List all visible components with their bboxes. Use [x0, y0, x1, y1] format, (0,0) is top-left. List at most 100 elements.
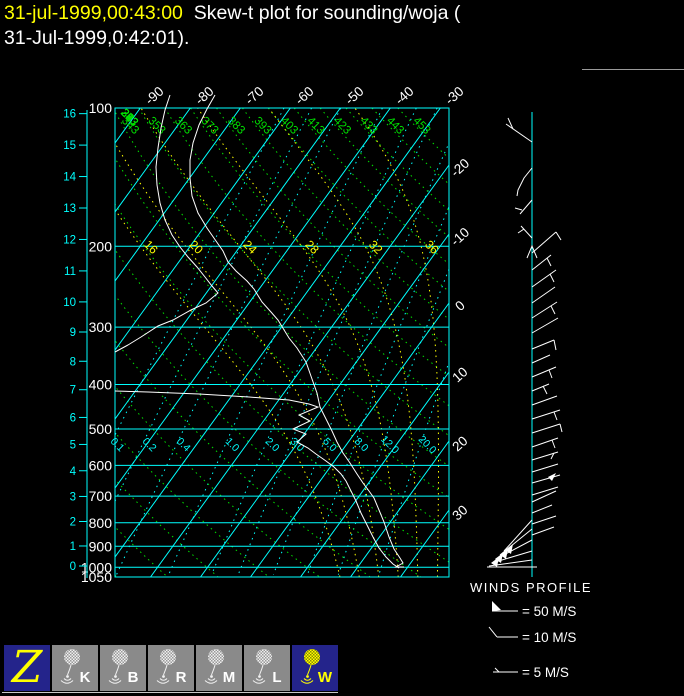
winds-profile-label: WINDS PROFILE — [470, 580, 593, 595]
mixing-ratio-label: 12.0 — [378, 433, 401, 456]
svg-text:300: 300 — [89, 319, 113, 335]
toolbar-button-letter: R — [176, 669, 187, 686]
dry-adiabat-label: 453 — [410, 115, 432, 137]
svg-text:800: 800 — [89, 515, 113, 531]
moist-adiabat-label: 36 — [422, 237, 442, 257]
mixing-ratio-label: 0.1 — [108, 435, 127, 454]
height-tick-label: 14 — [63, 172, 76, 184]
toolbar-button-k[interactable]: K — [52, 645, 98, 691]
mixing-ratio-label: 0.2 — [140, 435, 159, 454]
svg-text:200: 200 — [89, 238, 113, 254]
dry-adiabat-label: 413 — [304, 115, 326, 137]
height-tick-label: 13 — [63, 203, 76, 215]
toolbar-button-letter: M — [223, 669, 236, 686]
isotherm-top-label: -60 — [292, 84, 317, 108]
svg-text:500: 500 — [89, 421, 113, 437]
height-tick-label: 2 — [70, 516, 76, 528]
mixing-ratio-label: 2.0 — [263, 435, 282, 454]
height-tick-label: 5 — [70, 439, 76, 451]
svg-text:700: 700 — [89, 488, 113, 504]
dewpoint-trace-lower — [114, 390, 400, 569]
height-tick-label: 4 — [70, 466, 77, 478]
toolbar-button-z[interactable]: Z — [4, 642, 50, 693]
wind-legend-label: = 5 M/S — [522, 665, 569, 680]
dry-adiabat-label: 433 — [357, 115, 379, 137]
toolbar-button-letter: W — [318, 669, 333, 686]
height-tick-label: 11 — [64, 266, 76, 278]
pressure-gridlines — [115, 107, 449, 578]
isotherm-top-label: -70 — [242, 84, 267, 108]
toolbar-button-w[interactable]: W — [292, 645, 338, 691]
toolbar-button-b[interactable]: B — [100, 645, 146, 691]
mixing-ratio-label: 1.0 — [223, 435, 242, 454]
dry-adiabat-label: 383 — [225, 115, 247, 137]
balloon-icon: K — [60, 649, 91, 686]
isotherm-top-label: -40 — [392, 84, 417, 108]
isotherms — [115, 108, 449, 577]
dry-adiabats — [115, 108, 449, 577]
mixing-ratio-label: 3.0 — [288, 435, 307, 454]
height-tick-label: 16 — [63, 109, 76, 121]
balloon-icon: R — [156, 649, 187, 686]
isotherm-right-label: 20 — [449, 433, 470, 454]
svg-text:400: 400 — [89, 377, 113, 393]
isotherm-right-label: 10 — [449, 364, 470, 385]
wind-legend-label: = 10 M/S — [522, 630, 576, 645]
isotherm-right-label: -20 — [448, 156, 473, 180]
dry-adiabat-label: 353 — [145, 115, 167, 137]
height-tick-label: 0 — [70, 561, 76, 573]
moist-adiabat-label: 28 — [302, 237, 322, 257]
pressure-labels: 10020030040050060070080090010001050 — [81, 100, 112, 585]
height-tick-label: 7 — [70, 385, 76, 397]
isotherm-top-label: -50 — [342, 84, 367, 108]
wind-legend-label: = 50 M/S — [522, 604, 576, 619]
height-tick-label: 1 — [70, 541, 76, 553]
dry-adiabat-label: 373 — [198, 115, 220, 137]
svg-text:1050: 1050 — [81, 569, 112, 585]
balloon-icon: W — [300, 649, 333, 686]
height-tick-label: 15 — [63, 140, 76, 152]
svg-text:100: 100 — [89, 100, 113, 116]
half-barb-icon — [494, 667, 500, 673]
toolbar-button-m[interactable]: M — [196, 645, 242, 691]
isotherm-top-label: -80 — [192, 84, 217, 108]
height-tick-label: 3 — [70, 491, 76, 503]
dry-adiabat-label: 363 — [172, 115, 194, 137]
balloon-icon: L — [252, 649, 282, 686]
full-barb-icon — [488, 626, 498, 638]
dry-adiabat-label: 443 — [384, 115, 406, 137]
moist-adiabat-label: 24 — [240, 237, 260, 257]
toolbar-button-letter: B — [128, 669, 139, 686]
toolbar-button-r[interactable]: R — [148, 645, 194, 691]
toolbar-button-l[interactable]: L — [244, 645, 290, 691]
mixing-ratio-label: 20.0 — [416, 433, 439, 456]
svg-text:Z: Z — [10, 645, 44, 691]
skewt-field — [115, 108, 449, 577]
flag-50ms-icon — [492, 601, 501, 611]
plot-border — [114, 107, 450, 578]
balloon-icon: M — [204, 649, 236, 686]
toolbar-underline — [2, 692, 338, 693]
wind-barbs — [487, 117, 563, 568]
mixing-ratio-label: 8.0 — [352, 435, 371, 454]
isotherm-top-label: -30 — [442, 84, 467, 108]
height-tick-label: 9 — [70, 327, 76, 339]
mixing-ratio-label: 0.4 — [174, 435, 193, 454]
svg-text:900: 900 — [89, 538, 113, 554]
isotherm-right-label: 0 — [452, 298, 468, 314]
height-tick-label: 6 — [70, 412, 76, 424]
moist-adiabat-label: 32 — [366, 237, 386, 257]
wind-legend: = 50 M/S = 10 M/S = 5 M/S — [488, 601, 576, 680]
toolbar-button-letter: K — [80, 669, 91, 686]
height-tick-label: 8 — [70, 356, 76, 368]
dry-adiabat-label: 403 — [278, 115, 300, 137]
toolbar-button-letter: L — [272, 669, 281, 686]
svg-text:600: 600 — [89, 457, 113, 473]
isotherm-right-label: 30 — [449, 502, 470, 523]
height-tick-label: 10 — [63, 297, 76, 309]
isotherm-top-label: -90 — [142, 84, 167, 108]
page-root: 31-jul-1999,00:43:00 Skew-t plot for sou… — [0, 0, 684, 696]
script-z-icon: Z — [10, 642, 44, 693]
dry-adiabat-label: 423 — [331, 115, 353, 137]
height-tick-label: 12 — [63, 234, 76, 246]
